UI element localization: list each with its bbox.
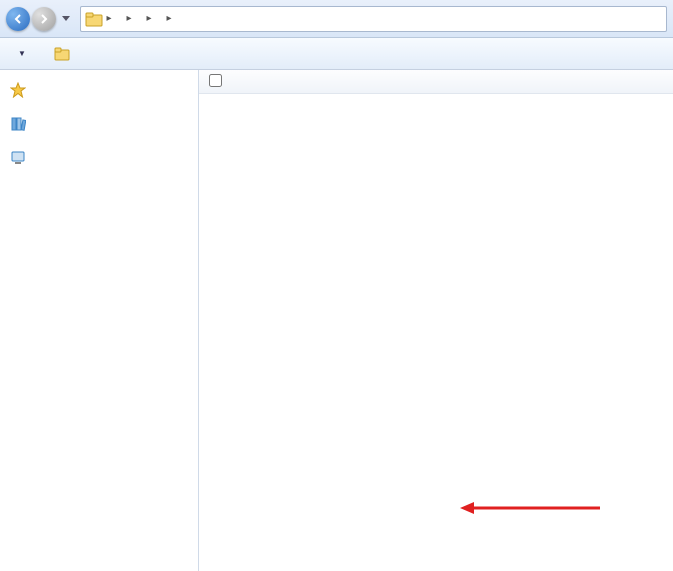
chevron-down-icon xyxy=(62,16,70,22)
organize-button[interactable]: ▼ xyxy=(8,46,32,61)
favorites-group xyxy=(10,80,194,100)
chevron-down-icon: ▼ xyxy=(18,49,26,58)
file-list[interactable] xyxy=(199,94,673,571)
libraries-group xyxy=(10,114,194,134)
breadcrumb-seg[interactable] xyxy=(155,17,163,21)
arrow-right-icon xyxy=(39,14,49,24)
breadcrumb-sep[interactable]: ▸ xyxy=(163,13,175,24)
folder-icon xyxy=(85,11,103,27)
nav-history-dropdown[interactable] xyxy=(58,9,74,29)
toolbar: ▼ xyxy=(0,38,673,70)
libraries-icon xyxy=(10,116,26,132)
burn-button[interactable] xyxy=(96,51,108,57)
arrow-left-icon xyxy=(13,14,23,24)
column-header xyxy=(199,70,673,94)
breadcrumb[interactable]: ▸ ▸ ▸ ▸ xyxy=(80,6,667,32)
favorites-header[interactable] xyxy=(10,80,194,100)
column-name[interactable] xyxy=(229,78,245,86)
computer-group xyxy=(10,148,194,168)
folder-open-icon xyxy=(54,47,70,61)
breadcrumb-seg[interactable] xyxy=(135,17,143,21)
computer-icon xyxy=(10,150,26,166)
breadcrumb-sep[interactable]: ▸ xyxy=(123,13,135,24)
newfolder-button[interactable] xyxy=(124,51,136,57)
breadcrumb-sep[interactable]: ▸ xyxy=(143,13,155,24)
star-icon xyxy=(10,82,26,98)
computer-header[interactable] xyxy=(10,148,194,168)
libraries-header[interactable] xyxy=(10,114,194,134)
navigation-pane xyxy=(0,70,198,571)
address-bar: ▸ ▸ ▸ ▸ xyxy=(0,0,673,38)
open-button[interactable] xyxy=(48,44,80,64)
select-all-checkbox[interactable] xyxy=(209,74,229,90)
forward-button[interactable] xyxy=(32,7,56,31)
breadcrumb-seg[interactable] xyxy=(115,17,123,21)
back-button[interactable] xyxy=(6,7,30,31)
file-pane xyxy=(198,70,673,571)
breadcrumb-sep[interactable]: ▸ xyxy=(103,13,115,24)
